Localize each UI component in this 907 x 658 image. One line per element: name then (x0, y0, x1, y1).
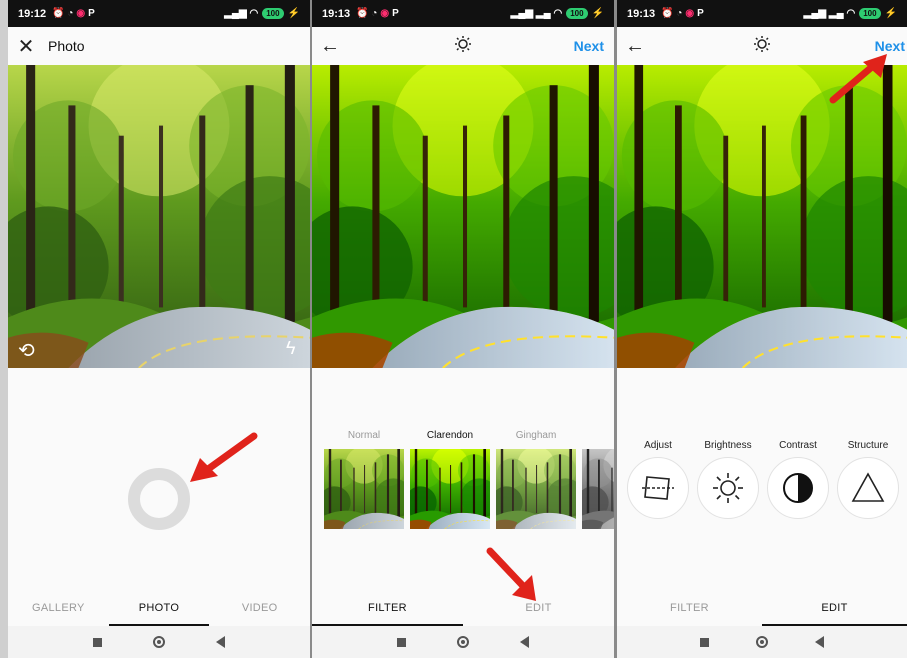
top-bar: ← Next (312, 27, 614, 66)
filter-label: Gingham (515, 430, 557, 441)
camera-preview (8, 65, 310, 368)
status-icons: ⏰ ◔ ◉ P (661, 8, 704, 19)
tab-edit[interactable]: EDIT (463, 592, 614, 626)
screen-filter: 19:13 ⏰ ◔ ◉ P ▂▄▆ ▂▄ ◠ 100 ⚡ ← Next Norm… (312, 0, 614, 658)
tab-video[interactable]: VIDEO (209, 592, 310, 626)
status-bar: 19:13 ⏰ ◔ ◉ P ▂▄▆ ▂▄ ◠ 100 ⚡ (312, 0, 614, 27)
edit-tools: Adjust Brightness Contrast Structure (627, 440, 899, 519)
back-icon[interactable] (519, 636, 529, 648)
filter-normal[interactable]: Normal (324, 430, 404, 529)
status-bar: 19:13 ⏰ ◔ ◉ P ▂▄▆ ▂▄ ◠ 100 ⚡ (617, 0, 907, 27)
tool-brightness[interactable]: Brightness (697, 440, 759, 519)
status-right: ▂▄▆ ▂▄ ◠ 100 ⚡ (510, 8, 604, 19)
back-arrow-icon[interactable]: ← (312, 35, 348, 58)
photo-preview (617, 65, 907, 368)
tool-label: Contrast (779, 440, 817, 451)
system-nav-bar (617, 626, 907, 658)
status-right: ▂▄▆ ▂▄ ◠ 100 ⚡ (803, 8, 897, 19)
page-title: Photo (48, 38, 85, 54)
filter-label: M (582, 430, 614, 441)
tool-label: Structure (847, 440, 889, 451)
structure-icon (837, 457, 899, 519)
red-arrow-indicator (190, 432, 258, 482)
next-button[interactable]: Next (574, 38, 604, 54)
capture-button[interactable] (128, 468, 190, 530)
filter-thumbnail (582, 449, 614, 529)
filter-partial[interactable]: M (582, 430, 614, 529)
tab-photo[interactable]: PHOTO (108, 592, 210, 626)
back-icon[interactable] (215, 636, 225, 648)
lux-icon[interactable] (753, 35, 771, 58)
screen-edit: 19:13 ⏰ ◔ ◉ P ▂▄▆ ▂▄ ◠ 100 ⚡ ← Next Adju… (617, 0, 907, 658)
tool-adjust[interactable]: Adjust (627, 440, 689, 519)
status-time: 19:13 (322, 7, 351, 20)
back-arrow-icon[interactable]: ← (617, 35, 653, 58)
status-icons: ⏰ ◔ ◉ P (356, 8, 399, 19)
recents-icon[interactable] (397, 637, 407, 647)
tab-edit[interactable]: EDIT (762, 592, 907, 626)
filter-thumbnail (324, 449, 404, 529)
tool-label: Adjust (644, 440, 672, 451)
recents-icon[interactable] (700, 637, 710, 647)
adjust-icon (627, 457, 689, 519)
status-bar: 19:12 ⏰ ◔ ◉ P ▂▄▆ ◠ 100 ⚡ (8, 0, 310, 27)
tool-label: Brightness (704, 440, 752, 451)
filter-label: Clarendon (426, 430, 474, 441)
home-icon[interactable] (152, 636, 165, 648)
battery-indicator: 100 (262, 8, 284, 19)
switch-camera-icon[interactable]: ⟲ (18, 338, 35, 363)
mode-tabs: GALLERY PHOTO VIDEO (8, 592, 310, 626)
status-time: 19:12 (18, 7, 47, 20)
tool-structure[interactable]: Structure (837, 440, 899, 519)
filter-thumbnail (410, 449, 490, 529)
tool-contrast[interactable]: Contrast (767, 440, 829, 519)
filter-gingham[interactable]: Gingham (496, 430, 576, 529)
status-icons: ⏰ ◔ ◉ P (52, 8, 95, 19)
back-icon[interactable] (814, 636, 824, 648)
system-nav-bar (8, 626, 310, 658)
close-icon[interactable]: ✕ (8, 34, 44, 59)
home-icon[interactable] (456, 636, 469, 648)
recents-icon[interactable] (93, 637, 103, 647)
screen-camera: 19:12 ⏰ ◔ ◉ P ▂▄▆ ◠ 100 ⚡ ✕ Photo ⟲ ϟ GA… (8, 0, 310, 658)
editor-tabs: FILTER EDIT (312, 592, 614, 626)
status-time: 19:13 (627, 7, 656, 20)
system-nav-bar (312, 626, 614, 658)
tab-filter[interactable]: FILTER (617, 592, 762, 626)
lux-icon[interactable] (454, 35, 472, 58)
filter-thumbnail (496, 449, 576, 529)
red-arrow-indicator (829, 54, 887, 104)
top-bar: ✕ Photo (8, 27, 310, 66)
flash-icon[interactable]: ϟ (286, 338, 296, 359)
filter-label: Normal (347, 430, 381, 441)
tab-filter[interactable]: FILTER (312, 592, 463, 626)
contrast-icon (767, 457, 829, 519)
filter-clarendon[interactable]: Clarendon (410, 430, 490, 529)
battery-indicator: 100 (566, 8, 588, 19)
home-icon[interactable] (755, 636, 768, 648)
battery-indicator: 100 (859, 8, 881, 19)
status-right: ▂▄▆ ◠ 100 ⚡ (224, 8, 300, 19)
tab-gallery[interactable]: GALLERY (8, 592, 109, 626)
filter-strip: Normal Clarendon Gingham M (324, 430, 614, 529)
editor-tabs: FILTER EDIT (617, 592, 907, 626)
brightness-icon (697, 457, 759, 519)
photo-preview (312, 65, 614, 368)
